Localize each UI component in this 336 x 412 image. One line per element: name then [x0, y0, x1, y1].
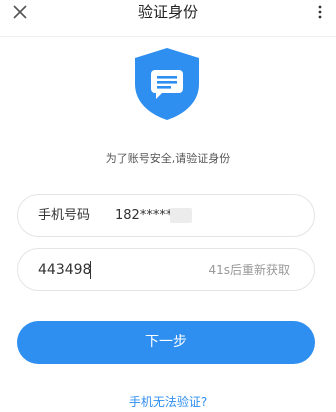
phone-number-mask [170, 208, 192, 223]
shield-message-icon [131, 46, 203, 122]
more-vertical-icon [318, 5, 322, 19]
phone-label: 手机号码 [38, 208, 91, 223]
cant-verify-link[interactable]: 手机无法验证? [0, 394, 336, 410]
verification-code-field: 41s后重新获取 [17, 248, 315, 291]
phone-field: 手机号码 182***** [17, 194, 315, 237]
verify-hint-text: 为了账号安全,请验证身份 [105, 152, 231, 165]
phone-number-value: 182***** [115, 208, 173, 223]
text-cursor [90, 261, 91, 279]
header: 验证身份 [0, 0, 336, 37]
page-title: 验证身份 [137, 3, 198, 21]
resend-countdown[interactable]: 41s后重新获取 [208, 261, 290, 279]
more-button[interactable] [312, 2, 328, 22]
verification-code-input[interactable] [38, 260, 198, 280]
next-button[interactable]: 下一步 [17, 321, 315, 364]
verify-identity-page: 验证身份 为了账号安全,请验证身份 手机号码 182***** 41s后重新获取 [0, 0, 336, 412]
